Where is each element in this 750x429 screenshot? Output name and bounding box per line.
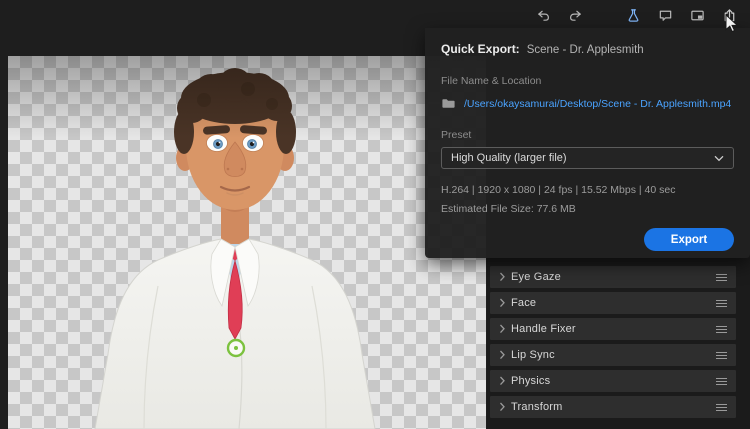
share-export-icon[interactable] [721,7,738,24]
section-transform[interactable]: Transform [490,396,736,418]
section-label: Physics [511,375,551,387]
character-dr-applesmith [94,68,376,429]
pip-icon[interactable] [689,7,706,24]
chevron-right-icon [499,324,511,334]
app-window: Eye Gaze Face Handle Fixer Lip Sync Phys… [0,0,750,429]
quick-export-panel: Quick Export: Scene - Dr. Applesmith Fil… [425,28,750,258]
quick-export-scene-name: Scene - Dr. Applesmith [526,44,644,56]
section-menu-icon[interactable] [716,401,727,414]
file-name-location-label: File Name & Location [441,75,542,87]
preset-select[interactable]: High Quality (larger file) [441,147,734,169]
character-badge [226,338,246,358]
quick-export-header: Quick Export: Scene - Dr. Applesmith [441,42,734,56]
export-button[interactable]: Export [644,228,734,251]
section-menu-icon[interactable] [716,323,727,336]
section-label: Eye Gaze [511,271,561,283]
undo-icon[interactable] [535,7,552,24]
flask-icon[interactable] [625,7,642,24]
section-label: Handle Fixer [511,323,576,335]
file-path-link[interactable]: /Users/okaysamurai/Desktop/Scene - Dr. A… [464,98,731,110]
chevron-right-icon [499,402,511,412]
section-menu-icon[interactable] [716,375,727,388]
top-toolbar [0,0,750,30]
scene-viewport[interactable] [8,56,486,429]
redo-icon[interactable] [567,7,584,24]
section-eye-gaze[interactable]: Eye Gaze [490,266,736,288]
section-label: Face [511,297,537,309]
chevron-right-icon [499,376,511,386]
chevron-right-icon [499,350,511,360]
section-physics[interactable]: Physics [490,370,736,392]
chevron-right-icon [499,272,511,282]
comment-icon[interactable] [657,7,674,24]
section-menu-icon[interactable] [716,297,727,310]
section-label: Lip Sync [511,349,555,361]
file-path-row: /Users/okaysamurai/Desktop/Scene - Dr. A… [441,96,734,111]
section-face[interactable]: Face [490,292,736,314]
folder-icon [442,99,455,108]
section-handle-fixer[interactable]: Handle Fixer [490,318,736,340]
section-label: Transform [511,401,563,413]
section-menu-icon[interactable] [716,349,727,362]
preset-selected-value: High Quality (larger file) [451,152,567,164]
chevron-down-icon [714,155,724,161]
export-button-row: Export [441,228,734,251]
properties-panel: Eye Gaze Face Handle Fixer Lip Sync Phys… [487,258,750,429]
estimated-file-size: Estimated File Size: 77.6 MB [441,203,576,215]
export-format-info: H.264 | 1920 x 1080 | 24 fps | 15.52 Mbp… [441,184,676,196]
quick-export-title: Quick Export: [441,42,520,56]
section-lip-sync[interactable]: Lip Sync [490,344,736,366]
chevron-right-icon [499,298,511,308]
preset-label: Preset [441,129,472,141]
section-menu-icon[interactable] [716,271,727,284]
